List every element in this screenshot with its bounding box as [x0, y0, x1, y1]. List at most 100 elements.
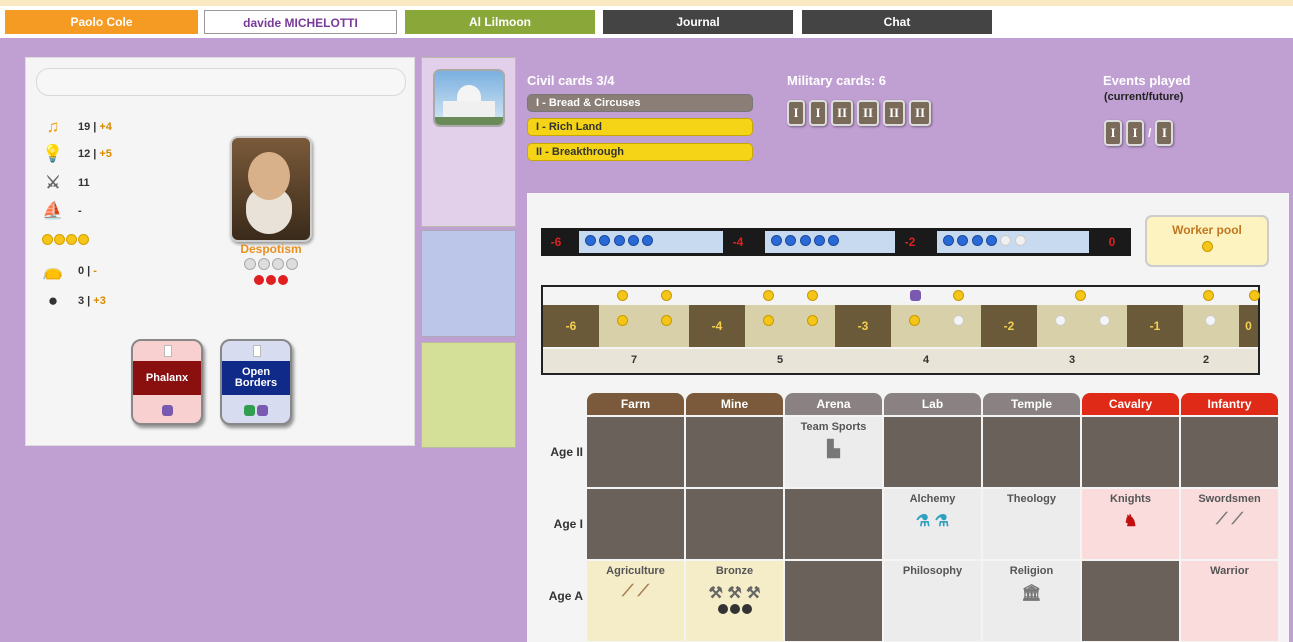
- tab-player-al[interactable]: Al Lilmoon: [405, 10, 595, 34]
- flask-icon: ⚗ ⚗: [915, 513, 950, 530]
- store-block-label: -1: [1127, 305, 1183, 347]
- pop-block-label: 0: [1108, 235, 1116, 249]
- pop-block-label: -6: [550, 235, 562, 249]
- tech-knights[interactable]: Knights ♞: [1082, 489, 1179, 559]
- military-card[interactable]: II: [831, 100, 853, 126]
- event-card-current[interactable]: I: [1126, 120, 1144, 146]
- food-sack-icon: 👝: [42, 261, 64, 280]
- military-card-row: I I II II II II: [787, 100, 935, 126]
- army-token-icon: [161, 405, 173, 416]
- government-name[interactable]: Despotism: [216, 242, 326, 256]
- happy-face-icon: [1201, 241, 1213, 252]
- military-card[interactable]: II: [857, 100, 879, 126]
- military-card[interactable]: I: [809, 100, 827, 126]
- slot-lab-age-ii: [884, 417, 981, 487]
- event-card-future[interactable]: I: [1155, 120, 1174, 146]
- culture-gain: +4: [99, 121, 112, 133]
- store-block-label: 0: [1239, 305, 1258, 347]
- military-cards-title: Military cards: 6: [787, 73, 886, 88]
- culture-stat: ♫ 19 | +4: [42, 116, 112, 138]
- store-block-label: -3: [835, 305, 891, 347]
- tactic-card-phalanx[interactable]: Phalanx: [131, 339, 203, 425]
- player-board: -6 -4 -2 0 Worker pool -6 -4 -3 -2 -1 0 …: [527, 193, 1289, 642]
- column-cavalry: Cavalry: [1082, 393, 1179, 415]
- tech-name: Philosophy: [902, 565, 963, 577]
- row-age-i: Age I: [553, 517, 583, 531]
- tab-player-paolo[interactable]: Paolo Cole: [5, 10, 198, 34]
- civil-card-breakthrough[interactable]: II - Breakthrough: [527, 143, 753, 161]
- pop-segment: [937, 231, 1089, 253]
- colonize-stat: ⛵ -: [42, 200, 81, 222]
- store-cost: 7: [631, 354, 638, 366]
- civil-card-rich-land[interactable]: I - Rich Land: [527, 118, 753, 136]
- tech-name: Agriculture: [606, 565, 665, 577]
- civil-card-bread-circuses[interactable]: I - Bread & Circuses: [527, 94, 753, 112]
- column-arena: Arena: [785, 393, 882, 415]
- tech-team-sports[interactable]: Team Sports ▙: [785, 417, 882, 487]
- tech-warrior[interactable]: Warrior: [1181, 561, 1278, 641]
- tech-agriculture[interactable]: Agriculture ⟋ ⟋: [587, 561, 684, 641]
- science-gain: +5: [99, 148, 112, 160]
- civil-cards-title: Civil cards 3/4: [527, 73, 615, 88]
- leader-portrait-face: [248, 152, 290, 200]
- store-segment: [599, 305, 689, 347]
- event-card-current[interactable]: I: [1104, 120, 1122, 146]
- top-bar: Paolo Cole davide MICHELOTTI Al Lilmoon …: [0, 0, 1293, 38]
- store-segment: [891, 305, 981, 347]
- worker-pool[interactable]: Worker pool: [1145, 215, 1269, 267]
- tab-chat[interactable]: Chat: [802, 10, 992, 34]
- military-card[interactable]: II: [909, 100, 931, 126]
- tactic-card-open-borders[interactable]: Open Borders: [220, 339, 292, 425]
- tech-religion[interactable]: Religion 🏛: [983, 561, 1080, 641]
- tab-player-davide[interactable]: davide MICHELOTTI: [204, 10, 397, 34]
- military-card[interactable]: II: [883, 100, 905, 126]
- store-segment: [745, 305, 835, 347]
- row-age-ii: Age II: [550, 445, 583, 459]
- store-block-label: -6: [543, 305, 599, 347]
- science-value: 12 |: [78, 148, 97, 160]
- wonder-card-taj-mahal[interactable]: [433, 69, 505, 127]
- slot-cavalry-age-a: [1082, 561, 1179, 641]
- events-title: Events played: [1103, 73, 1191, 88]
- happy-face-icon: [78, 233, 89, 245]
- slot-mine-age-i: [686, 489, 783, 559]
- tech-philosophy[interactable]: Philosophy: [884, 561, 981, 641]
- happy-faces: [42, 228, 90, 250]
- pop-block-label: -4: [732, 235, 744, 249]
- slot-cavalry-age-ii: [1082, 417, 1179, 487]
- tactic-label: Open Borders: [222, 361, 290, 395]
- leader-card[interactable]: [230, 136, 312, 242]
- column-mine: Mine: [686, 393, 783, 415]
- temple-icon: 🏛: [1021, 585, 1042, 602]
- tech-bronze[interactable]: Bronze ⚒ ⚒ ⚒: [686, 561, 783, 641]
- coal-icon: [686, 604, 783, 617]
- events-subtitle: (current/future): [1104, 91, 1184, 103]
- happy-face-icon: [54, 233, 65, 245]
- tech-name: Theology: [1007, 493, 1056, 505]
- column-farm: Farm: [587, 393, 684, 415]
- tab-journal[interactable]: Journal: [603, 10, 793, 34]
- tech-alchemy[interactable]: Alchemy ⚗ ⚗: [884, 489, 981, 559]
- tech-swordsmen[interactable]: Swordsmen ⟋ ⟋: [1181, 489, 1278, 559]
- tech-name: Alchemy: [909, 493, 956, 505]
- military-card[interactable]: I: [787, 100, 805, 126]
- crossed-swords-icon: ⚔: [45, 173, 61, 192]
- resource-gain: +3: [93, 295, 106, 307]
- store-cost: 5: [777, 354, 784, 366]
- slot-arena-age-i: [785, 489, 882, 559]
- tech-name: Religion: [1009, 565, 1054, 577]
- food-value: 0 |: [78, 265, 91, 277]
- military-stat: ⚔ 11: [42, 172, 89, 194]
- tech-theology[interactable]: Theology: [983, 489, 1080, 559]
- sword-icon: ⟋ ⟋: [1216, 511, 1243, 528]
- tech-name: Knights: [1110, 493, 1151, 505]
- colonize-icon: ⛵: [42, 201, 64, 220]
- music-note-icon: ♫: [46, 117, 60, 136]
- tech-name: Warrior: [1210, 565, 1249, 577]
- pop-segment: [765, 231, 895, 253]
- army-token-icon: [244, 405, 255, 416]
- arena-icon: ▙: [827, 441, 840, 458]
- government-red-coins: [216, 274, 326, 288]
- government-block: Despotism: [216, 242, 326, 288]
- tech-name: Team Sports: [800, 421, 867, 433]
